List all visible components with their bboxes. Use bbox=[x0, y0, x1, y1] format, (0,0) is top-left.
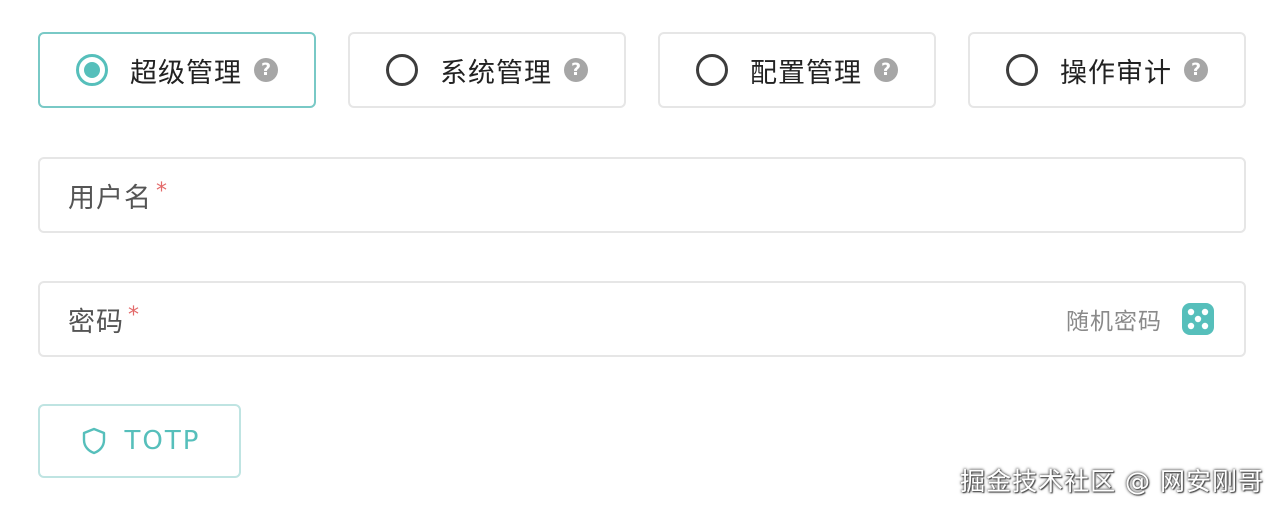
role-label: 系统管理 bbox=[440, 57, 552, 89]
role-label: 配置管理 bbox=[750, 57, 862, 89]
totp-button[interactable]: TOTP bbox=[38, 404, 241, 478]
required-mark: * bbox=[156, 178, 167, 204]
dice-icon[interactable] bbox=[1180, 301, 1216, 337]
username-field[interactable]: 用户名 * bbox=[38, 157, 1246, 233]
help-icon[interactable]: ? bbox=[254, 58, 278, 82]
required-mark: * bbox=[128, 302, 139, 328]
role-option-audit[interactable]: 操作审计 ? bbox=[968, 32, 1246, 108]
role-option-system-admin[interactable]: 系统管理 ? bbox=[348, 32, 626, 108]
totp-label: TOTP bbox=[124, 426, 201, 456]
password-label: 密码 bbox=[68, 306, 124, 338]
role-label: 操作审计 bbox=[1060, 57, 1172, 89]
shield-icon bbox=[82, 427, 105, 455]
username-input[interactable] bbox=[167, 164, 1244, 226]
role-option-config-admin[interactable]: 配置管理 ? bbox=[658, 32, 936, 108]
help-icon[interactable]: ? bbox=[1184, 58, 1208, 82]
radio-icon bbox=[1006, 54, 1038, 86]
radio-icon bbox=[386, 54, 418, 86]
help-icon[interactable]: ? bbox=[874, 58, 898, 82]
help-icon[interactable]: ? bbox=[564, 58, 588, 82]
role-selector: 超级管理 ? 系统管理 ? 配置管理 ? 操作审计 ? bbox=[38, 32, 1246, 110]
password-input[interactable] bbox=[139, 288, 1066, 350]
username-label: 用户名 bbox=[68, 182, 152, 214]
role-option-super-admin[interactable]: 超级管理 ? bbox=[38, 32, 316, 108]
watermark: 掘金技术社区 @ 网安刚哥 bbox=[960, 467, 1264, 496]
random-password-button[interactable]: 随机密码 bbox=[1066, 302, 1162, 336]
password-field[interactable]: 密码 * 随机密码 bbox=[38, 281, 1246, 357]
role-label: 超级管理 bbox=[130, 57, 242, 89]
radio-icon bbox=[696, 54, 728, 86]
radio-icon bbox=[76, 54, 108, 86]
